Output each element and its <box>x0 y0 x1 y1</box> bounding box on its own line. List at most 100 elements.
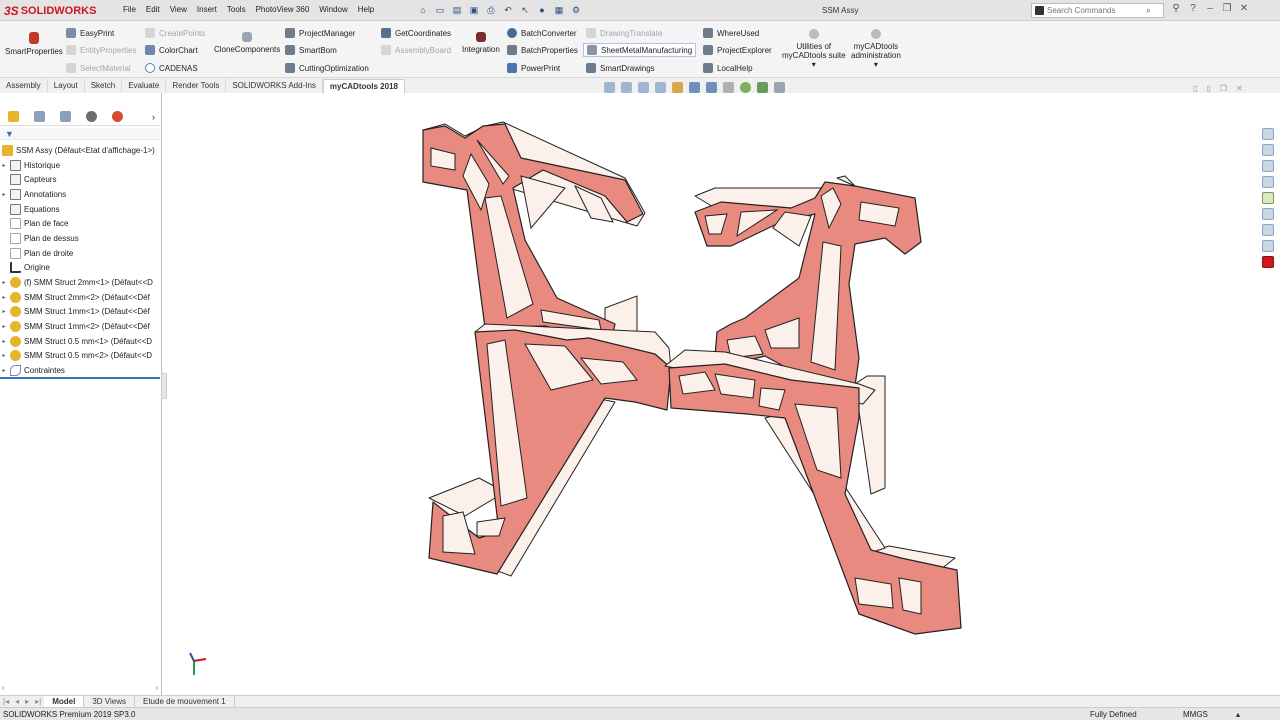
home-icon[interactable]: ⌂ <box>416 3 430 17</box>
solidworks-logo[interactable]: 3S SOLIDWORKS <box>4 3 96 19</box>
zoom-area-icon[interactable] <box>621 82 632 93</box>
apply-scene-icon[interactable] <box>757 82 768 93</box>
file-properties-icon[interactable]: ▦ <box>552 3 566 17</box>
tab-motion-study[interactable]: Etude de mouvement 1 <box>135 696 235 707</box>
help-icon[interactable]: ? <box>1187 3 1199 14</box>
where-used-button[interactable]: WhereUsed <box>703 28 759 38</box>
rebuild-icon[interactable]: ● <box>535 3 549 17</box>
color-chart-button[interactable]: ColorChart <box>145 45 198 55</box>
view-settings-icon[interactable] <box>774 82 785 93</box>
tab-model[interactable]: Model <box>44 696 85 707</box>
tab-layout[interactable]: Layout <box>48 79 85 93</box>
configuration-manager-tab[interactable] <box>52 109 78 125</box>
dynamic-annotation-icon[interactable] <box>672 82 683 93</box>
tab-sketch[interactable]: Sketch <box>85 79 123 93</box>
viewport-split-icon[interactable]: ▯ <box>1206 84 1210 93</box>
viewport-restore-icon[interactable]: ❐ <box>1220 84 1227 93</box>
last-tab-icon[interactable]: ▸| <box>32 696 44 707</box>
mycadtools-admin-button[interactable]: myCADtools administration ▾ <box>851 29 901 69</box>
display-style-icon[interactable] <box>706 82 717 93</box>
tree-item-plan-de-droite[interactable]: Plan de droite <box>0 246 162 261</box>
prev-tab-icon[interactable]: ◂ <box>12 696 22 707</box>
user-icon[interactable]: ⚲ <box>1170 3 1182 14</box>
tree-item-component[interactable]: ▸ SMM Struct 0.5 mm<2> (Défaut<<D <box>0 349 162 364</box>
tree-root[interactable]: SSM Assy (Défaut<Etat d'affichage-1>) <box>0 143 162 158</box>
menu-edit[interactable]: Edit <box>141 5 165 14</box>
chevron-right-icon[interactable]: › <box>152 112 155 122</box>
powerprint-button[interactable]: PowerPrint <box>507 63 560 73</box>
appearances-icon[interactable] <box>1262 192 1274 204</box>
tree-item-plan-de-face[interactable]: Plan de face <box>0 216 162 231</box>
undo-icon[interactable]: ↶ <box>501 3 515 17</box>
select-icon[interactable]: ↖ <box>518 3 532 17</box>
tree-item-component[interactable]: ▸ SMM Struct 1mm<1> (Défaut<<Déf <box>0 305 162 320</box>
expand-icon[interactable]: ▸ <box>0 367 8 374</box>
menu-help[interactable]: Help <box>353 5 379 14</box>
tab-render-tools[interactable]: Render Tools <box>166 79 227 93</box>
easyprint-button[interactable]: EasyPrint <box>66 28 114 38</box>
tree-filter[interactable]: ▼ <box>0 128 160 140</box>
scroll-right-icon[interactable]: › <box>156 685 158 694</box>
tree-item-plan-de-dessus[interactable]: Plan de dessus <box>0 231 162 246</box>
select-material-button[interactable]: SelectMaterial <box>66 63 131 73</box>
section-view-icon[interactable] <box>655 82 666 93</box>
tree-item-equations[interactable]: Equations <box>0 202 162 217</box>
save-icon[interactable]: ▣ <box>467 3 481 17</box>
create-points-button[interactable]: CreatePoints <box>145 28 205 38</box>
menu-photoview[interactable]: PhotoView 360 <box>251 5 315 14</box>
tree-item-historique[interactable]: ▸ Historique <box>0 158 162 173</box>
expand-icon[interactable]: ▸ <box>0 308 8 315</box>
expand-icon[interactable]: ▸ <box>0 279 8 286</box>
tab-solidworks-addins[interactable]: SOLIDWORKS Add-Ins <box>226 79 323 93</box>
drawing-translate-button[interactable]: DrawingTranslate <box>586 28 662 38</box>
tree-item-component[interactable]: ▸ SMM Struct 0.5 mm<1> (Défaut<<D <box>0 334 162 349</box>
mycadtools-icon[interactable] <box>1262 256 1274 268</box>
tree-item-component[interactable]: ▸ SMM Struct 1mm<2> (Défaut<<Déf <box>0 319 162 334</box>
dimxpert-tab[interactable] <box>78 109 104 125</box>
menu-view[interactable]: View <box>165 5 192 14</box>
expand-icon[interactable]: ▸ <box>0 323 8 330</box>
new-document-icon[interactable]: ▭ <box>433 3 447 17</box>
right-lower-frame[interactable] <box>664 349 962 635</box>
expand-icon[interactable]: ▸ <box>0 162 8 169</box>
sheet-metal-assembly-model[interactable]: .f{fill:#e88a80;stroke:#222;stroke-width… <box>415 118 975 648</box>
entity-properties-button[interactable]: EntityProperties <box>66 45 136 55</box>
3d-content-icon[interactable] <box>1262 240 1274 252</box>
scroll-left-icon[interactable]: ‹ <box>2 685 4 694</box>
tab-evaluate[interactable]: Evaluate <box>122 79 167 93</box>
tab-3d-views[interactable]: 3D Views <box>84 696 135 707</box>
edit-appearance-icon[interactable] <box>740 82 751 93</box>
minimize-icon[interactable]: – <box>1204 3 1216 14</box>
unit-system[interactable]: MMGS <box>1183 710 1208 719</box>
close-icon[interactable]: ✕ <box>1238 3 1250 14</box>
viewport-tile-icon[interactable]: ▯ <box>1193 84 1197 93</box>
property-manager-tab[interactable] <box>26 109 52 125</box>
previous-view-icon[interactable] <box>638 82 649 93</box>
smart-properties-button[interactable]: SmartProperties <box>5 32 63 56</box>
search-commands[interactable]: ⌕ <box>1031 3 1164 18</box>
tree-item-contraintes[interactable]: ▸ Contraintes <box>0 363 162 378</box>
project-manager-button[interactable]: ProjectManager <box>285 28 355 38</box>
expand-icon[interactable]: ▸ <box>0 338 8 345</box>
design-library-icon[interactable] <box>1262 144 1274 156</box>
options-gear-icon[interactable]: ⚙ <box>569 3 583 17</box>
menu-window[interactable]: Window <box>314 5 352 14</box>
clone-components-button[interactable]: CloneComponents <box>214 32 280 54</box>
unit-dropdown-icon[interactable]: ▴ <box>1236 710 1240 719</box>
batch-properties-button[interactable]: BatchProperties <box>507 45 578 55</box>
menu-insert[interactable]: Insert <box>192 5 222 14</box>
expand-icon[interactable]: ▸ <box>0 352 8 359</box>
tree-item-origine[interactable]: Origine <box>0 261 162 276</box>
expand-icon[interactable]: ▸ <box>0 294 8 301</box>
menu-tools[interactable]: Tools <box>222 5 251 14</box>
open-icon[interactable]: ▤ <box>450 3 464 17</box>
horizontal-scrollbar[interactable]: ‹ › <box>2 685 158 694</box>
search-icon[interactable]: ⌕ <box>1146 5 1151 16</box>
integration-button[interactable]: Integration <box>462 32 500 54</box>
panel-splitter[interactable] <box>161 373 167 399</box>
assembly-board-button[interactable]: AssemblyBoard <box>381 45 451 55</box>
tab-mycadtools[interactable]: myCADtools 2018 <box>322 79 405 93</box>
left-lower-frame[interactable] <box>428 323 672 577</box>
menu-file[interactable]: File <box>118 5 141 14</box>
left-upper-bracket[interactable] <box>422 121 646 343</box>
